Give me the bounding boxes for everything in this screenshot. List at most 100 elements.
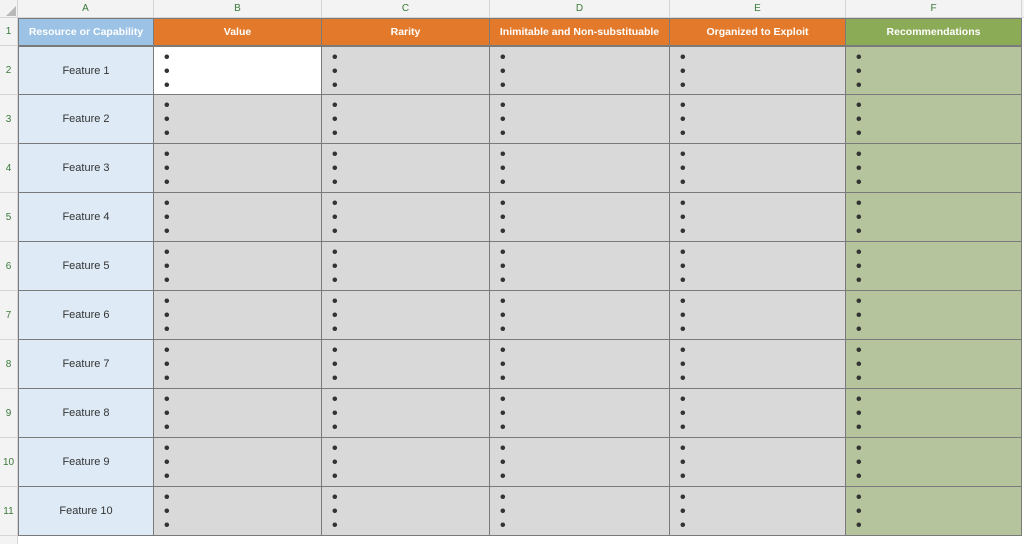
table-row: Feature 8•••••••••••••••	[18, 389, 1024, 438]
table-row: Feature 4•••••••••••••••	[18, 193, 1024, 242]
cell-organized[interactable]: •••	[670, 193, 846, 242]
cell-value[interactable]: •••	[154, 438, 322, 487]
cell-inimitable[interactable]: •••	[490, 95, 670, 144]
row-header-1[interactable]: 1	[0, 18, 17, 46]
cell-recommendations[interactable]: •••	[846, 340, 1022, 389]
cell-inimitable[interactable]: •••	[490, 193, 670, 242]
select-all-corner[interactable]	[0, 0, 18, 18]
row-header-2[interactable]: 2	[0, 46, 17, 95]
feature-label[interactable]: Feature 10	[18, 487, 154, 536]
cell-organized[interactable]: •••	[670, 340, 846, 389]
bullet-list: •••	[494, 342, 665, 386]
cell-value[interactable]: •••	[154, 46, 322, 95]
cell-organized[interactable]: •••	[670, 291, 846, 340]
feature-label[interactable]: Feature 6	[18, 291, 154, 340]
cell-value[interactable]: •••	[154, 340, 322, 389]
bullet-list: •••	[850, 489, 1017, 533]
bullet-list: •••	[674, 97, 841, 141]
cell-rarity[interactable]: •••	[322, 46, 490, 95]
header-inimitable[interactable]: Inimitable and Non-substituable	[490, 18, 670, 46]
cell-value[interactable]: •••	[154, 389, 322, 438]
cell-inimitable[interactable]: •••	[490, 242, 670, 291]
row-header-5[interactable]: 5	[0, 193, 17, 242]
cell-organized[interactable]: •••	[670, 389, 846, 438]
cell-inimitable[interactable]: •••	[490, 46, 670, 95]
cell-recommendations[interactable]: •••	[846, 193, 1022, 242]
cell-organized[interactable]: •••	[670, 242, 846, 291]
bullet-list: •••	[850, 391, 1017, 435]
bullet-list: •••	[158, 195, 317, 239]
cell-inimitable[interactable]: •••	[490, 291, 670, 340]
cell-organized[interactable]: •••	[670, 438, 846, 487]
header-rarity[interactable]: Rarity	[322, 18, 490, 46]
row-header-9[interactable]: 9	[0, 389, 17, 438]
cell-rarity[interactable]: •••	[322, 193, 490, 242]
header-resource[interactable]: Resource or Capability	[18, 18, 154, 46]
cell-recommendations[interactable]: •••	[846, 242, 1022, 291]
cell-recommendations[interactable]: •••	[846, 144, 1022, 193]
header-recommendations[interactable]: Recommendations	[846, 18, 1022, 46]
row-header-6[interactable]: 6	[0, 242, 17, 291]
cell-rarity[interactable]: •••	[322, 487, 490, 536]
cell-recommendations[interactable]: •••	[846, 438, 1022, 487]
row-header-8[interactable]: 8	[0, 340, 17, 389]
cell-rarity[interactable]: •••	[322, 438, 490, 487]
cell-recommendations[interactable]: •••	[846, 389, 1022, 438]
row-header-11[interactable]: 11	[0, 487, 17, 536]
cell-recommendations[interactable]: •••	[846, 46, 1022, 95]
cell-rarity[interactable]: •••	[322, 291, 490, 340]
cell-rarity[interactable]: •••	[322, 144, 490, 193]
table-row: Feature 3•••••••••••••••	[18, 144, 1024, 193]
col-header-E[interactable]: E	[670, 0, 846, 17]
cell-rarity[interactable]: •••	[322, 389, 490, 438]
feature-label[interactable]: Feature 7	[18, 340, 154, 389]
cell-value[interactable]: •••	[154, 95, 322, 144]
feature-label[interactable]: Feature 9	[18, 438, 154, 487]
col-header-D[interactable]: D	[490, 0, 670, 17]
col-header-C[interactable]: C	[322, 0, 490, 17]
cell-inimitable[interactable]: •••	[490, 487, 670, 536]
cell-value[interactable]: •••	[154, 193, 322, 242]
header-organized[interactable]: Organized to Exploit	[670, 18, 846, 46]
cell-value[interactable]: •••	[154, 144, 322, 193]
cell-value[interactable]: •••	[154, 242, 322, 291]
col-header-B[interactable]: B	[154, 0, 322, 17]
cell-inimitable[interactable]: •••	[490, 389, 670, 438]
header-value[interactable]: Value	[154, 18, 322, 46]
cell-rarity[interactable]: •••	[322, 95, 490, 144]
feature-label[interactable]: Feature 3	[18, 144, 154, 193]
cell-organized[interactable]: •••	[670, 487, 846, 536]
feature-label[interactable]: Feature 2	[18, 95, 154, 144]
feature-label[interactable]: Feature 4	[18, 193, 154, 242]
row-header-4[interactable]: 4	[0, 144, 17, 193]
row-header-3[interactable]: 3	[0, 95, 17, 144]
cell-rarity[interactable]: •••	[322, 242, 490, 291]
col-header-A[interactable]: A	[18, 0, 154, 17]
cell-inimitable[interactable]: •••	[490, 144, 670, 193]
cell-inimitable[interactable]: •••	[490, 438, 670, 487]
table-row: Feature 9•••••••••••••••	[18, 438, 1024, 487]
feature-label[interactable]: Feature 8	[18, 389, 154, 438]
cell-rarity[interactable]: •••	[322, 340, 490, 389]
cell-organized[interactable]: •••	[670, 95, 846, 144]
cell-value[interactable]: •••	[154, 291, 322, 340]
cell-recommendations[interactable]: •••	[846, 95, 1022, 144]
bullet-list: •••	[326, 440, 485, 484]
cell-organized[interactable]: •••	[670, 144, 846, 193]
cell-inimitable[interactable]: •••	[490, 340, 670, 389]
cell-recommendations[interactable]: •••	[846, 487, 1022, 536]
col-header-F[interactable]: F	[846, 0, 1022, 17]
bullet-list: •••	[326, 391, 485, 435]
bullet-list: •••	[674, 49, 841, 92]
bullet-list: •••	[850, 342, 1017, 386]
bullet-list: •••	[850, 195, 1017, 239]
feature-label[interactable]: Feature 1	[18, 46, 154, 95]
cell-organized[interactable]: •••	[670, 46, 846, 95]
bullet-list: •••	[326, 244, 485, 288]
cell-value[interactable]: •••	[154, 487, 322, 536]
row-header-10[interactable]: 10	[0, 438, 17, 487]
row-header-7[interactable]: 7	[0, 291, 17, 340]
bullet-list: •••	[674, 146, 841, 190]
cell-recommendations[interactable]: •••	[846, 291, 1022, 340]
feature-label[interactable]: Feature 5	[18, 242, 154, 291]
